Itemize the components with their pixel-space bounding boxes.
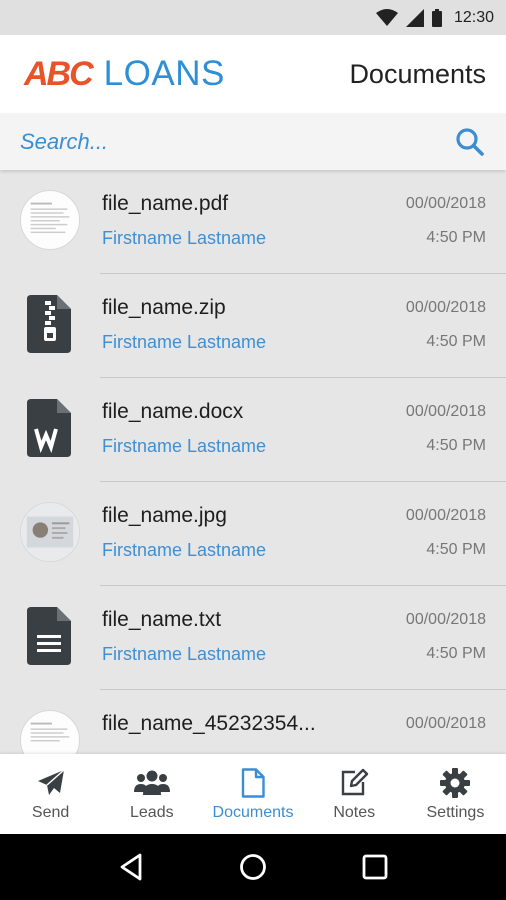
file-time: 4:50 PM <box>426 333 486 350</box>
nav-notes[interactable]: Notes <box>304 754 405 834</box>
home-button[interactable] <box>233 847 273 887</box>
recents-button[interactable] <box>355 847 395 887</box>
file-date: 00/00/2018 <box>405 299 486 316</box>
file-name: file_name_45232354... <box>102 712 316 735</box>
nav-label: Settings <box>426 804 485 821</box>
file-date: 00/00/2018 <box>405 715 486 732</box>
file-date: 00/00/2018 <box>405 611 486 628</box>
nav-label: Send <box>31 804 70 821</box>
nav-label: Documents <box>212 804 294 821</box>
file-list: file_name.pdf Firstname Lastname 00/00/2… <box>0 170 506 754</box>
home-icon <box>240 854 266 880</box>
file-owner: Firstname Lastname <box>102 540 267 560</box>
file-row[interactable]: file_name.docx Firstname Lastname 00/00/… <box>0 378 506 482</box>
file-time: 4:50 PM <box>426 437 486 454</box>
search-bar <box>0 113 506 170</box>
image-thumbnail <box>20 502 80 562</box>
edit-icon <box>342 768 369 796</box>
recents-icon <box>362 854 388 880</box>
wifi-icon <box>375 8 398 26</box>
file-name: file_name.docx <box>102 400 244 423</box>
search-button[interactable] <box>454 126 486 158</box>
logo-abc-text: ABC <box>24 54 94 93</box>
file-date: 00/00/2018 <box>405 403 486 420</box>
battery-icon <box>431 8 442 27</box>
file-row[interactable]: file_name_45232354... 00/00/2018 <box>0 690 506 754</box>
file-row[interactable]: file_name.zip Firstname Lastname 00/00/2… <box>0 274 506 378</box>
file-name: file_name.jpg <box>102 504 227 527</box>
word-file-icon <box>20 398 80 458</box>
file-name: file_name.txt <box>102 608 222 631</box>
file-row[interactable]: file_name.txt Firstname Lastname 00/00/2… <box>0 586 506 690</box>
file-time: 4:50 PM <box>426 229 486 246</box>
nav-documents[interactable]: Documents <box>202 754 303 834</box>
nav-send[interactable]: Send <box>0 754 101 834</box>
bottom-nav: Send Leads Documents Notes Settings <box>0 754 506 834</box>
pdf-thumbnail <box>20 190 80 250</box>
page-title: Documents <box>349 58 486 89</box>
file-owner: Firstname Lastname <box>102 332 267 352</box>
system-nav-bar <box>0 834 506 900</box>
status-time: 12:30 <box>453 8 494 26</box>
gear-icon <box>440 768 471 798</box>
file-name: file_name.zip <box>102 296 226 319</box>
signal-icon <box>405 8 424 27</box>
logo-loans-text: LOANS <box>103 54 225 93</box>
file-time: 4:50 PM <box>426 645 486 662</box>
search-icon <box>456 127 484 156</box>
back-button[interactable] <box>111 847 151 887</box>
file-row[interactable]: file_name.jpg Firstname Lastname 00/00/2… <box>0 482 506 586</box>
file-owner: Firstname Lastname <box>102 436 267 456</box>
send-icon <box>37 769 65 795</box>
text-file-icon <box>20 606 80 666</box>
file-row[interactable]: file_name.pdf Firstname Lastname 00/00/2… <box>0 170 506 274</box>
nav-label: Leads <box>130 804 174 821</box>
app-header: ABC LOANS Documents <box>0 35 506 113</box>
file-name: file_name.pdf <box>102 192 229 215</box>
document-thumbnail <box>20 710 80 754</box>
nav-leads[interactable]: Leads <box>101 754 202 834</box>
file-owner: Firstname Lastname <box>102 644 267 664</box>
file-date: 00/00/2018 <box>405 507 486 524</box>
file-time: 4:50 PM <box>426 541 486 558</box>
nav-settings[interactable]: Settings <box>405 754 506 834</box>
document-icon <box>241 768 265 798</box>
search-input[interactable] <box>20 128 454 155</box>
nav-label: Notes <box>333 804 376 821</box>
file-date: 00/00/2018 <box>405 195 486 212</box>
users-icon <box>133 770 170 795</box>
abc-loans-logo: ABC LOANS <box>24 54 225 94</box>
zip-file-icon <box>20 294 80 354</box>
status-bar: 12:30 <box>0 0 506 35</box>
back-icon <box>120 853 142 881</box>
file-owner: Firstname Lastname <box>102 228 267 248</box>
